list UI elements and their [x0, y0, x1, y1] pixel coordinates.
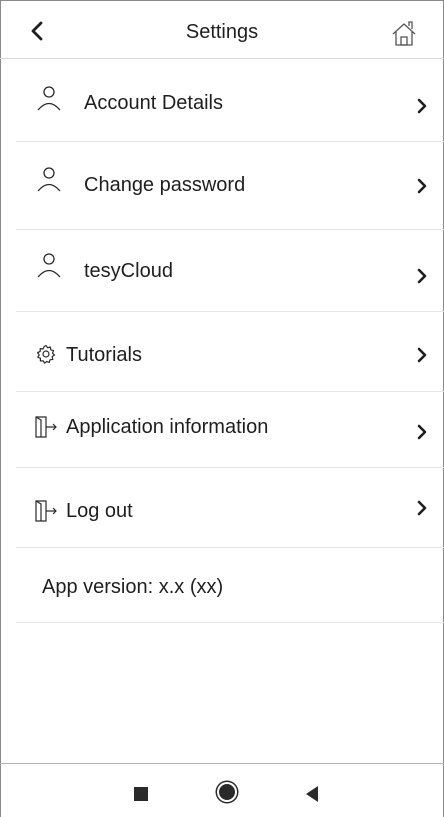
door-exit-icon — [35, 416, 57, 438]
menu-item-label: tesyCloud — [84, 260, 173, 282]
home-icon[interactable] — [390, 20, 418, 48]
user-icon — [37, 253, 61, 278]
triangle-back-icon[interactable] — [306, 786, 318, 802]
menu-item-label: Log out — [66, 500, 133, 522]
menu-item-label: Tutorials — [66, 344, 142, 366]
page-title: Settings — [185, 21, 259, 43]
menu-item-application-information[interactable]: Application information — [16, 392, 444, 468]
menu-item-account-details[interactable]: Account Details — [16, 58, 444, 142]
chevron-right-icon — [417, 178, 427, 194]
chevron-right-icon — [417, 500, 427, 516]
door-exit-icon — [35, 500, 57, 522]
square-recents-icon[interactable] — [134, 787, 148, 801]
chevron-right-icon — [417, 268, 427, 284]
circle-home-icon[interactable] — [219, 784, 235, 800]
menu-item-label: Account Details — [84, 92, 223, 114]
menu-item-tutorials[interactable]: Tutorials — [16, 312, 444, 392]
system-nav-bar — [0, 763, 444, 817]
user-icon — [37, 86, 61, 111]
menu-item-tesycloud[interactable]: tesyCloud — [16, 230, 444, 312]
gear-icon — [37, 344, 56, 364]
header-bar: Settings — [0, 0, 444, 59]
app-version-row: App version: x.x (xx) — [16, 548, 444, 623]
chevron-right-icon — [417, 424, 427, 440]
user-icon — [37, 167, 61, 192]
chevron-right-icon — [417, 98, 427, 114]
menu-item-label: Change password — [84, 174, 246, 196]
chevron-right-icon — [417, 347, 427, 363]
menu-item-log-out[interactable]: Log out — [16, 468, 444, 548]
app-version-text: App version: x.x (xx) — [42, 576, 224, 598]
menu-item-label: Application information — [66, 416, 269, 438]
menu-item-change-password[interactable]: Change password — [16, 142, 444, 230]
